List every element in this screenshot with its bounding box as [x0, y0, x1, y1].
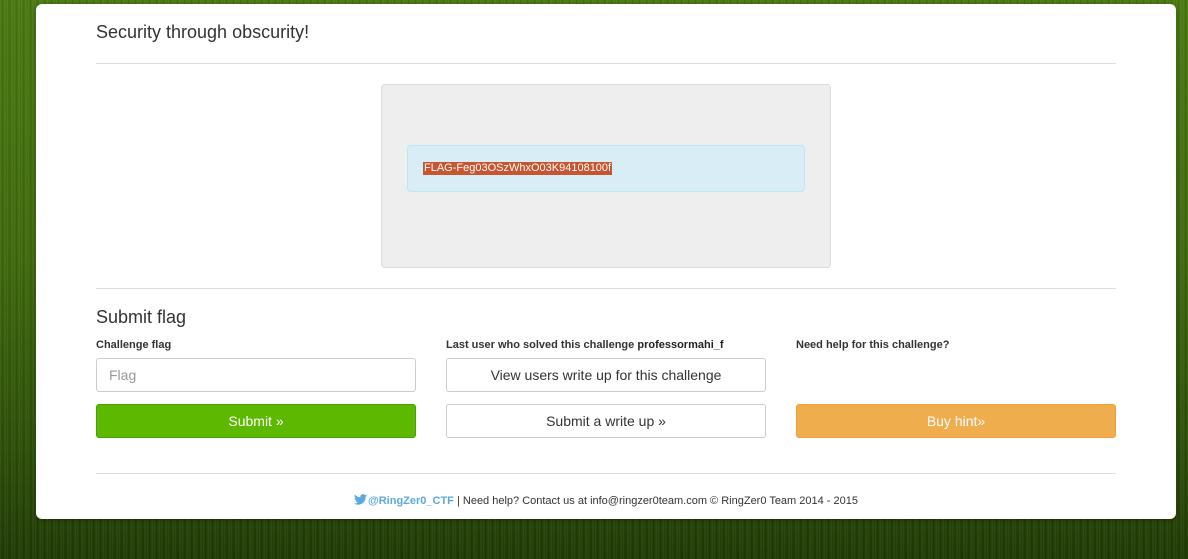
submit-flag-button[interactable]: Submit » [96, 404, 416, 438]
flag-text[interactable]: FLAG-Feg03OSzWhxO03K94108100f [423, 162, 613, 175]
challenge-content-well: FLAG-Feg03OSzWhxO03K94108100f [381, 84, 831, 268]
last-user-label-text: Last user who solved this challenge [446, 339, 635, 351]
submit-writeup-button[interactable]: Submit a write up » [446, 404, 766, 438]
flag-input[interactable] [96, 358, 416, 392]
flag-alert-box: FLAG-Feg03OSzWhxO03K94108100f [407, 145, 805, 192]
footer: @RingZer0_CTF | Need help? Contact us at… [96, 494, 1116, 507]
need-help-label: Need help for this challenge? [796, 339, 950, 351]
challenge-card: Security through obscurity! FLAG-Feg03OS… [36, 4, 1176, 519]
title-divider [96, 63, 1116, 64]
last-user-name: professormahi_f [637, 339, 724, 351]
buy-hint-button[interactable]: Buy hint» [796, 404, 1116, 438]
twitter-bird-icon [354, 494, 367, 505]
footer-divider [96, 473, 1116, 474]
submit-flag-heading: Submit flag [96, 307, 187, 327]
challenge-flag-label: Challenge flag [96, 339, 172, 351]
last-user-label: Last user who solved this challenge prof… [446, 339, 724, 351]
view-writeups-button[interactable]: View users write up for this challenge [446, 358, 766, 392]
page-title: Security through obscurity! [96, 22, 310, 42]
footer-text: | Need help? Contact us at info@ringzer0… [453, 495, 858, 507]
twitter-link[interactable]: @RingZer0_CTF [368, 495, 454, 507]
section-divider [96, 288, 1116, 289]
